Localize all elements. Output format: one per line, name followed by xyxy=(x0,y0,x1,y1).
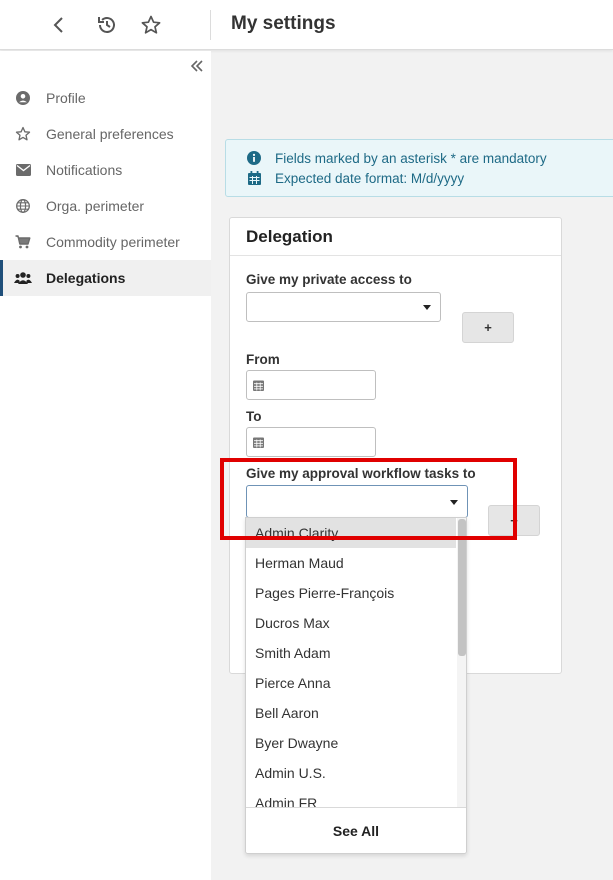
history-icon[interactable] xyxy=(95,13,119,37)
star-outline-icon xyxy=(14,125,32,143)
calendar-icon xyxy=(246,170,262,186)
add-private-access-button[interactable]: + xyxy=(462,312,514,343)
dropdown-option[interactable]: Admin Clarity xyxy=(246,518,456,548)
sidebar-item-label: Commodity perimeter xyxy=(46,234,180,250)
sidebar-item-label: Delegations xyxy=(46,270,126,286)
sidebar-item-commodity-perimeter[interactable]: Commodity perimeter xyxy=(0,224,211,260)
sidebar-item-label: Orga. perimeter xyxy=(46,198,145,214)
sidebar-item-orga-perimeter[interactable]: Orga. perimeter xyxy=(0,188,211,224)
envelope-icon xyxy=(14,161,32,179)
star-icon[interactable] xyxy=(139,13,163,37)
mandatory-text: Fields marked by an asterisk * are manda… xyxy=(275,150,547,166)
approval-tasks-label: Give my approval workflow tasks to xyxy=(246,466,476,481)
top-bar: My settings xyxy=(0,0,613,50)
globe-icon xyxy=(14,197,32,215)
dropdown-scrollbar-thumb[interactable] xyxy=(458,519,466,656)
info-banner: Fields marked by an asterisk * are manda… xyxy=(225,139,613,197)
date-format-row: Expected date format: M/d/yyyy xyxy=(246,170,464,186)
card-separator xyxy=(230,255,561,256)
sidebar-item-label: Profile xyxy=(46,90,86,106)
sidebar-item-general-preferences[interactable]: General preferences xyxy=(0,116,211,152)
dropdown-option[interactable]: Herman Maud xyxy=(246,548,456,578)
sidebar-item-label: General preferences xyxy=(46,126,174,142)
double-chevron-left-icon[interactable] xyxy=(188,57,206,75)
users-icon xyxy=(14,269,32,287)
date-format-text: Expected date format: M/d/yyyy xyxy=(275,170,465,186)
dropdown-option[interactable]: Pages Pierre-François xyxy=(246,578,456,608)
sidebar-item-notifications[interactable]: Notifications xyxy=(0,152,211,188)
calendar-icon xyxy=(252,379,264,391)
sidebar-item-profile[interactable]: Profile xyxy=(0,80,211,116)
dropdown-option[interactable]: Smith Adam xyxy=(246,638,456,668)
private-access-label: Give my private access to xyxy=(246,272,412,287)
approval-tasks-select[interactable] xyxy=(246,485,468,518)
from-date-input[interactable] xyxy=(246,370,376,400)
cart-icon xyxy=(14,233,32,251)
chevron-down-icon xyxy=(450,499,458,505)
dropdown-option[interactable]: Byer Dwayne xyxy=(246,728,456,758)
sidebar-item-delegations[interactable]: Delegations xyxy=(0,260,211,296)
card-title: Delegation xyxy=(246,227,333,246)
topbar-divider xyxy=(210,10,211,40)
page-title: My settings xyxy=(231,13,336,34)
approval-dropdown-list: Admin Clarity Herman Maud Pages Pierre-F… xyxy=(245,517,467,854)
to-date-input[interactable] xyxy=(246,427,376,457)
sidebar-item-label: Notifications xyxy=(46,162,123,178)
back-icon[interactable] xyxy=(47,13,71,37)
dropdown-option[interactable]: Pierce Anna xyxy=(246,668,456,698)
add-approval-tasks-button[interactable]: + xyxy=(488,505,540,536)
calendar-icon xyxy=(252,436,264,448)
dropdown-option[interactable]: Admin U.S. xyxy=(246,758,456,788)
to-label: To xyxy=(246,409,262,424)
chevron-down-icon xyxy=(423,305,431,310)
sidebar: Profile General preferences Notification… xyxy=(0,51,211,880)
from-label: From xyxy=(246,352,280,367)
user-circle-icon xyxy=(14,89,32,107)
info-circle-icon xyxy=(246,150,262,166)
see-all-button[interactable]: See All xyxy=(246,807,466,853)
private-access-select[interactable] xyxy=(246,292,441,322)
dropdown-option[interactable]: Bell Aaron xyxy=(246,698,456,728)
mandatory-info-row: Fields marked by an asterisk * are manda… xyxy=(246,150,547,166)
dropdown-option[interactable]: Ducros Max xyxy=(246,608,456,638)
